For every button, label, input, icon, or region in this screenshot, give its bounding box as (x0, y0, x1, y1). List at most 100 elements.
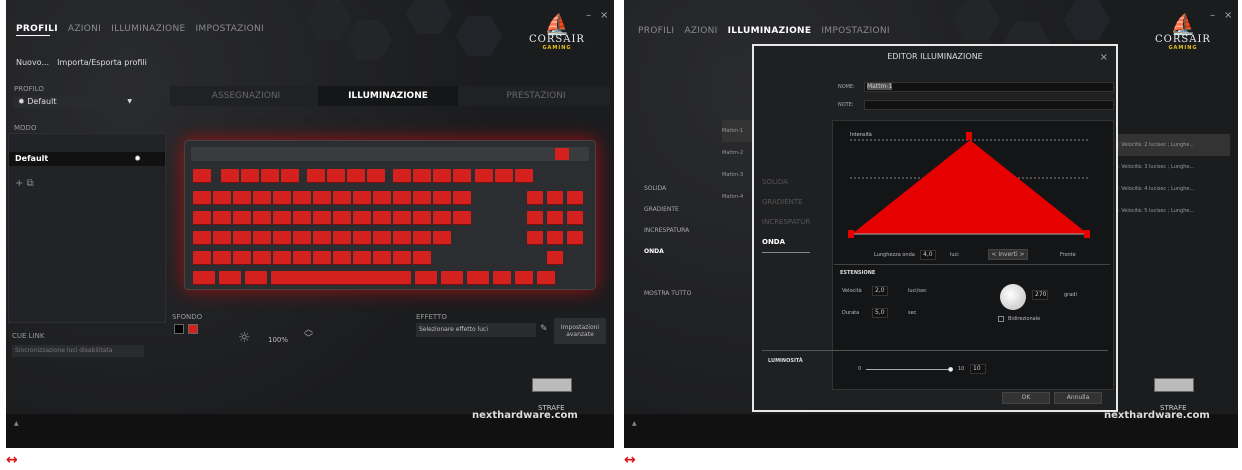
bg-row[interactable]: : Velocità: 3 lucisec ; Lunghe... (1118, 156, 1230, 178)
keyboard-key[interactable] (193, 251, 211, 265)
close-button[interactable]: × (600, 10, 608, 21)
tab-prestazioni[interactable]: PRESTAZIONI (466, 86, 606, 106)
keyboard-key[interactable] (293, 191, 311, 205)
angle-input[interactable]: 270 (1032, 290, 1048, 300)
right-handle[interactable] (1084, 230, 1090, 238)
bg-row[interactable]: Mattm-2 (722, 142, 754, 164)
keyboard-key[interactable] (567, 211, 583, 225)
keyboard-key[interactable] (293, 231, 311, 245)
keyboard-key[interactable] (413, 169, 431, 183)
keyboard-key[interactable] (213, 251, 231, 265)
keyboard-key[interactable] (453, 211, 471, 225)
note-input[interactable] (864, 100, 1114, 110)
keyboard-key[interactable] (253, 211, 271, 225)
side-item-increspatura[interactable]: INCRESPATURA (644, 220, 689, 241)
side-item-solida[interactable]: SOLIDA (644, 178, 689, 199)
bg-row[interactable]: : Velocità: 5 lucisec ; Lunghe... (1118, 200, 1230, 222)
keyboard-key[interactable] (241, 169, 259, 183)
nav-azioni[interactable]: AZIONI (68, 24, 101, 34)
keyboard-key[interactable] (547, 231, 563, 245)
keyboard-key[interactable] (273, 191, 291, 205)
keyboard-key[interactable] (393, 169, 411, 183)
speed-input[interactable]: 2,0 (872, 286, 888, 296)
color-swatch-red[interactable] (188, 324, 198, 334)
keyboard-key[interactable] (537, 271, 555, 285)
name-input[interactable]: Mattm-1 (864, 82, 1114, 92)
keyboard-key[interactable] (221, 169, 239, 183)
cancel-button[interactable]: Annulla (1054, 392, 1102, 404)
keyboard-key[interactable] (433, 169, 451, 183)
keyboard-key[interactable] (271, 271, 411, 285)
brightness-slider-track[interactable] (866, 369, 952, 370)
keyboard-key[interactable] (527, 211, 543, 225)
nav-illuminazione[interactable]: ILLUMINAZIONE (728, 26, 812, 36)
add-mode-icon[interactable]: + ⧉ (15, 178, 34, 189)
keyboard-key[interactable] (313, 231, 331, 245)
keyboard-key[interactable] (261, 169, 279, 183)
keyboard-key[interactable] (353, 251, 371, 265)
keyboard-key[interactable] (547, 251, 563, 265)
mode-item-default[interactable]: Default ✹ (9, 152, 165, 166)
keyboard-key[interactable] (413, 211, 431, 225)
angle-dial[interactable] (1000, 284, 1026, 310)
keyboard-key[interactable] (415, 271, 437, 285)
dialog-close-button[interactable]: × (1100, 52, 1108, 63)
keyboard-key[interactable] (245, 271, 267, 285)
keyboard-key[interactable] (441, 271, 463, 285)
keyboard-key[interactable] (515, 271, 533, 285)
nav-illuminazione[interactable]: ILLUMINAZIONE (111, 24, 185, 34)
brightness-slider-handle[interactable]: ● (948, 366, 953, 373)
keyboard-key[interactable] (253, 231, 271, 245)
keyboard-key[interactable] (353, 231, 371, 245)
nav-profili[interactable]: PROFILI (638, 26, 674, 36)
menu-solida[interactable]: SOLIDA (762, 172, 810, 192)
keyboard-key[interactable] (233, 191, 251, 205)
keyboard-key[interactable] (367, 169, 385, 183)
keyboard-key[interactable] (453, 169, 471, 183)
menu-gradiente[interactable]: GRADIENTE (762, 192, 810, 212)
keyboard-key[interactable] (233, 211, 251, 225)
nav-impostazioni[interactable]: IMPOSTAZIONI (821, 26, 890, 36)
intensity-graph[interactable] (838, 126, 1108, 246)
bidirectional-checkbox[interactable] (998, 316, 1004, 322)
bg-row[interactable]: Mattm-4 (722, 186, 754, 208)
keyboard-key[interactable] (515, 169, 533, 183)
profile-select[interactable]: ✹ Default ▼ (14, 96, 146, 108)
keyboard-key[interactable] (393, 191, 411, 205)
peak-handle[interactable] (966, 132, 972, 140)
keyboard-key[interactable] (373, 191, 391, 205)
brightness-input[interactable]: 10 (970, 364, 986, 374)
bg-row[interactable]: Mattm-3 (722, 164, 754, 186)
keyboard-key[interactable] (433, 211, 451, 225)
keyboard-key[interactable] (393, 211, 411, 225)
keyboard-key[interactable] (281, 169, 299, 183)
keyboard-key[interactable] (313, 191, 331, 205)
keyboard-key[interactable] (193, 191, 211, 205)
close-button[interactable]: × (1224, 10, 1232, 21)
keyboard-key[interactable] (327, 169, 345, 183)
expand-icon[interactable]: ▲ (632, 420, 637, 427)
keyboard-key[interactable] (219, 271, 241, 285)
left-handle[interactable] (848, 230, 854, 238)
keyboard-key[interactable] (453, 191, 471, 205)
keyboard-key[interactable] (433, 191, 451, 205)
keyboard-key[interactable] (307, 169, 325, 183)
side-item-gradiente[interactable]: GRADIENTE (644, 199, 689, 220)
keyboard-preview[interactable] (184, 140, 596, 290)
keyboard-key[interactable] (333, 191, 351, 205)
wave-length-input[interactable]: 4,0 (920, 250, 936, 260)
new-profile-link[interactable]: Nuovo... (16, 58, 49, 67)
keyboard-key[interactable] (353, 211, 371, 225)
keyboard-key[interactable] (333, 251, 351, 265)
keyboard-key[interactable] (273, 231, 291, 245)
cue-link-select[interactable]: Sincronizzazione luci disabilitata (12, 345, 144, 357)
effect-select[interactable]: Selezionare effetto luci (416, 323, 536, 337)
import-export-link[interactable]: Importa/Esporta profili (57, 58, 147, 67)
advanced-settings-button[interactable]: Impostazioni avanzate (554, 318, 606, 344)
keyboard-key[interactable] (213, 231, 231, 245)
keyboard-key[interactable] (393, 231, 411, 245)
keyboard-key[interactable] (253, 251, 271, 265)
keyboard-key[interactable] (475, 169, 493, 183)
keyboard-key[interactable] (193, 211, 211, 225)
keyboard-key[interactable] (293, 251, 311, 265)
